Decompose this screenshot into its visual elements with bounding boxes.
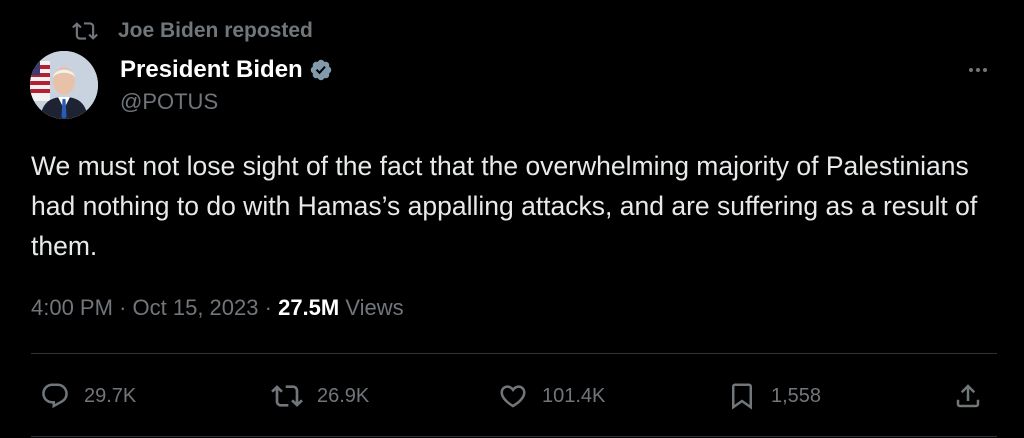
avatar-image bbox=[30, 51, 98, 119]
repost-icon bbox=[271, 385, 303, 407]
tweet-meta: 4:00 PM · Oct 15, 2023 · 27.5M Views bbox=[31, 295, 404, 321]
repost-indicator[interactable]: Joe Biden reposted bbox=[72, 17, 313, 45]
bookmark-icon bbox=[732, 383, 752, 410]
author-handle[interactable]: @POTUS bbox=[120, 89, 218, 115]
share-icon bbox=[956, 384, 980, 408]
action-bar: 29.7K 26.9K 101.4K 1,558 bbox=[0, 376, 1024, 416]
author-name-row[interactable]: President Biden bbox=[120, 54, 333, 86]
more-options-button[interactable] bbox=[960, 56, 996, 84]
meta-separator: · bbox=[119, 295, 127, 320]
views-label: Views bbox=[345, 295, 404, 320]
divider bbox=[31, 353, 997, 354]
bookmark-button[interactable]: 1,558 bbox=[727, 376, 821, 416]
reply-count: 29.7K bbox=[84, 384, 137, 407]
tweet-text: We must not lose sight of the fact that … bbox=[31, 151, 978, 261]
verified-badge-icon[interactable] bbox=[309, 58, 333, 82]
reply-button[interactable]: 29.7K bbox=[40, 376, 136, 416]
views-count: 27.5M bbox=[278, 295, 340, 320]
repost-label: Joe Biden reposted bbox=[118, 19, 313, 42]
like-count: 101.4K bbox=[542, 384, 606, 407]
avatar[interactable] bbox=[30, 51, 98, 119]
heart-icon bbox=[500, 385, 526, 408]
tweet-time[interactable]: 4:00 PM bbox=[31, 295, 113, 320]
tweet-container: Joe Biden reposted President Biden @POTU… bbox=[0, 0, 1024, 438]
repost-button[interactable]: 26.9K bbox=[271, 376, 369, 416]
share-button[interactable] bbox=[953, 376, 983, 416]
bookmark-count: 1,558 bbox=[771, 384, 822, 407]
meta-separator: · bbox=[264, 295, 272, 320]
display-name[interactable]: President Biden bbox=[120, 56, 303, 84]
divider bbox=[31, 436, 997, 437]
reply-icon bbox=[42, 383, 68, 409]
more-icon bbox=[969, 68, 987, 72]
like-button[interactable]: 101.4K bbox=[498, 376, 605, 416]
tweet-date[interactable]: Oct 15, 2023 bbox=[133, 295, 259, 320]
repost-count: 26.9K bbox=[317, 384, 370, 407]
repost-icon bbox=[72, 18, 98, 44]
